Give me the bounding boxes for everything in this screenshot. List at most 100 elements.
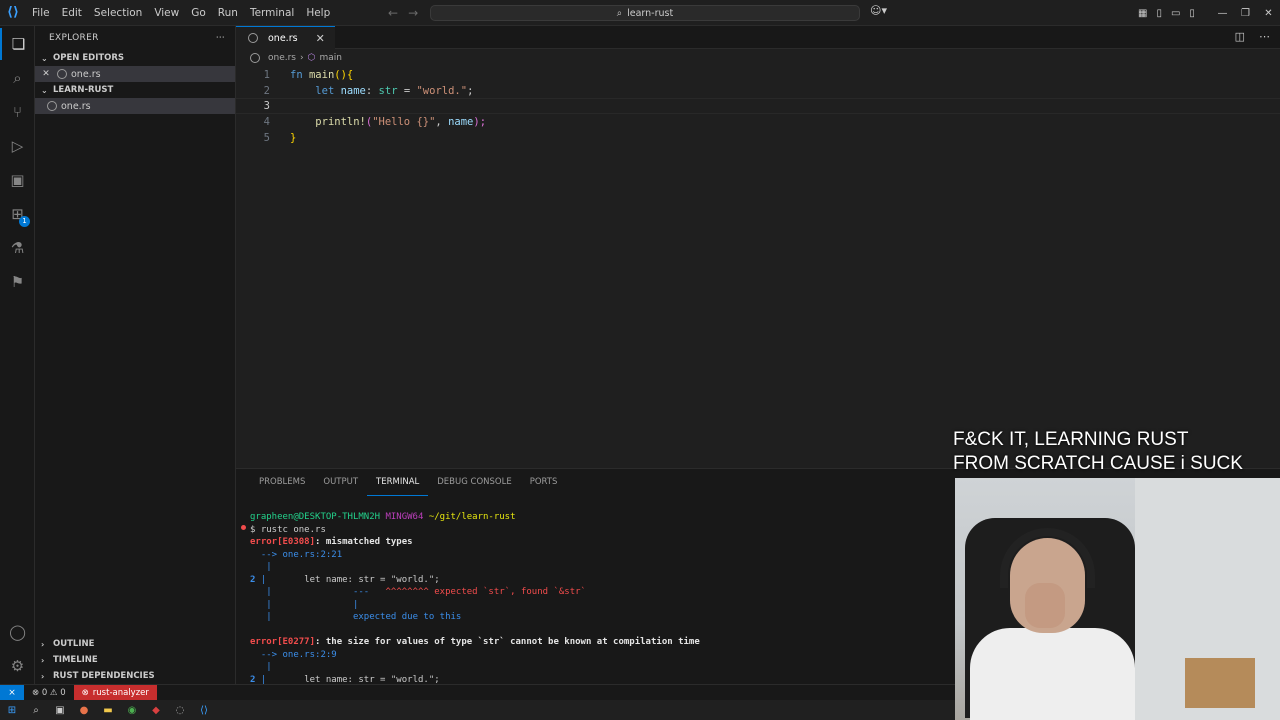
line-number: 5 bbox=[263, 131, 270, 144]
terminal-line: | bbox=[250, 662, 272, 672]
file-tree-item[interactable]: one.rs bbox=[35, 98, 235, 114]
copilot-icon[interactable]: ☺▾ bbox=[870, 4, 887, 17]
error-source: let name: str = "world."; bbox=[266, 574, 440, 585]
tab-output[interactable]: OUTPUT bbox=[314, 469, 367, 496]
menu-terminal[interactable]: Terminal bbox=[244, 0, 300, 26]
outline-section[interactable]: › OUTLINE bbox=[35, 636, 236, 652]
terminal-line: error[E0308]: mismatched types bbox=[250, 537, 950, 550]
chevron-right-icon: › bbox=[41, 671, 45, 681]
vscode-taskbar-icon[interactable]: ⟨⟩ bbox=[198, 704, 210, 716]
tab-one-rs[interactable]: one.rs ✕ bbox=[236, 26, 335, 49]
folder-label: LEARN-RUST bbox=[53, 85, 114, 95]
flask-icon[interactable]: ⚑ bbox=[0, 266, 35, 298]
prompt-shell: MINGW64 bbox=[385, 512, 424, 522]
tab-ports[interactable]: PORTS bbox=[521, 469, 567, 496]
code-editor[interactable]: 1 fn main(){ 2 let name: str = "world.";… bbox=[236, 67, 1280, 145]
code-line-2: 2 let name: str = "world."; bbox=[236, 83, 1280, 99]
terminal-line: error[E0277]: the size for values of typ… bbox=[250, 637, 950, 650]
code-text: } bbox=[290, 131, 297, 144]
maximize-icon[interactable]: ❐ bbox=[1234, 8, 1257, 19]
file-explorer-icon[interactable]: ▬ bbox=[102, 704, 114, 716]
webcam-box bbox=[1185, 658, 1255, 708]
nav-arrows: ← → bbox=[388, 0, 418, 26]
windows-start-icon[interactable]: ⊞ bbox=[6, 704, 18, 716]
split-editor-icon[interactable]: ◫ bbox=[1235, 30, 1245, 43]
tab-problems[interactable]: PROBLEMS bbox=[250, 469, 314, 496]
terminal-line: $ rustc one.rs bbox=[250, 524, 326, 535]
tab-close-icon[interactable]: ✕ bbox=[316, 32, 325, 45]
rust-analyzer-status[interactable]: ⊗ rust-analyzer bbox=[73, 684, 157, 701]
layout-controls: ▦ ▯ ▭ ▯ bbox=[1138, 0, 1195, 26]
problems-count[interactable]: ⊗ 0 ⚠ 0 bbox=[24, 688, 74, 698]
code-token: "Hello {}" bbox=[372, 115, 436, 128]
toggle-panel-icon[interactable]: ▭ bbox=[1171, 8, 1180, 19]
title-bar: ⟨⟩ File Edit Selection View Go Run Termi… bbox=[0, 0, 1280, 26]
prompt-user: grapheen@DESKTOP-THLMN2H bbox=[250, 512, 381, 522]
webcam-person-body bbox=[970, 628, 1135, 720]
tab-label: one.rs bbox=[268, 32, 298, 44]
toggle-sidebar-icon[interactable]: ▯ bbox=[1156, 8, 1162, 19]
code-token: main bbox=[308, 68, 335, 81]
breadcrumb-file[interactable]: one.rs bbox=[268, 53, 296, 63]
command-center-search[interactable]: ⌕ learn-rust bbox=[430, 5, 860, 21]
settings-gear-icon[interactable]: ⚙ bbox=[0, 650, 35, 682]
close-icon[interactable]: ✕ bbox=[35, 69, 57, 79]
menu-view[interactable]: View bbox=[148, 0, 185, 26]
customize-layout-icon[interactable]: ▦ bbox=[1138, 8, 1147, 19]
explorer-icon[interactable]: ❏ bbox=[0, 28, 35, 60]
accounts-icon[interactable]: ◯ bbox=[0, 616, 35, 648]
source-control-icon[interactable]: ⑂ bbox=[0, 96, 35, 128]
more-actions-icon[interactable]: ⋯ bbox=[1259, 30, 1270, 43]
timeline-section[interactable]: › TIMELINE bbox=[35, 652, 236, 668]
extensions-badge: 1 bbox=[19, 216, 30, 227]
menu-edit[interactable]: Edit bbox=[56, 0, 88, 26]
close-window-icon[interactable]: ✕ bbox=[1257, 8, 1280, 19]
outline-label: OUTLINE bbox=[53, 639, 95, 649]
menu-help[interactable]: Help bbox=[300, 0, 336, 26]
folder-section[interactable]: ⌄ LEARN-RUST bbox=[35, 82, 235, 98]
menu-selection[interactable]: Selection bbox=[88, 0, 148, 26]
terminal-line: --> one.rs:2:21 bbox=[250, 549, 343, 560]
remote-explorer-icon[interactable]: ▣ bbox=[0, 164, 35, 196]
forward-arrow-icon[interactable]: → bbox=[408, 6, 418, 20]
terminal-output[interactable]: grapheen@DESKTOP-THLMN2H MINGW64 ~/git/l… bbox=[250, 512, 950, 687]
minimize-icon[interactable]: — bbox=[1211, 8, 1234, 19]
back-arrow-icon[interactable]: ← bbox=[388, 6, 398, 20]
open-editors-section[interactable]: ⌄ OPEN EDITORS bbox=[35, 50, 235, 66]
prompt-path: ~/git/learn-rust bbox=[428, 512, 516, 522]
tab-terminal[interactable]: TERMINAL bbox=[367, 469, 429, 496]
editor-area: one.rs ✕ ◫ ⋯ one.rs › ⬡ main 1 fn main()… bbox=[236, 26, 1280, 468]
stream-caption: F&CK IT, LEARNING RUST FROM SCRATCH CAUS… bbox=[953, 428, 1280, 476]
toggle-secondary-sidebar-icon[interactable]: ▯ bbox=[1189, 8, 1195, 19]
menu-run[interactable]: Run bbox=[212, 0, 244, 26]
chevron-right-icon: › bbox=[41, 655, 45, 665]
taskbar-app-icon[interactable]: ◆ bbox=[150, 704, 162, 716]
webcam-person-hand bbox=[1025, 583, 1065, 628]
terminal-line: 2 | let name: str = "world."; bbox=[250, 574, 440, 585]
menu-go[interactable]: Go bbox=[185, 0, 212, 26]
rust-dependencies-section[interactable]: › RUST DEPENDENCIES bbox=[35, 668, 236, 684]
code-line-4: 4 println!("Hello {}", name); bbox=[236, 114, 1280, 130]
code-token: , bbox=[435, 115, 449, 128]
breadcrumb-symbol[interactable]: main bbox=[319, 53, 342, 63]
chrome-icon[interactable]: ◉ bbox=[126, 704, 138, 716]
tab-debug-console[interactable]: DEBUG CONSOLE bbox=[428, 469, 520, 496]
taskbar-app-icon[interactable]: ● bbox=[78, 704, 90, 716]
more-actions-icon[interactable]: ⋯ bbox=[216, 33, 225, 43]
taskbar-app-icon[interactable]: ◌ bbox=[174, 704, 186, 716]
explorer-header: EXPLORER ⋯ bbox=[35, 26, 235, 50]
run-debug-icon[interactable]: ▷ bbox=[0, 130, 35, 162]
code-token: ; bbox=[467, 84, 474, 97]
rust-file-icon bbox=[248, 33, 258, 43]
search-view-icon[interactable]: ⌕ bbox=[0, 62, 35, 94]
extensions-icon[interactable]: ⊞ 1 bbox=[0, 198, 35, 230]
testing-icon[interactable]: ⚗ bbox=[0, 232, 35, 264]
taskbar-search-icon[interactable]: ⌕ bbox=[30, 704, 42, 716]
window-controls: — ❐ ✕ bbox=[1211, 0, 1280, 26]
menu-file[interactable]: File bbox=[26, 0, 56, 26]
remote-indicator-icon[interactable]: ⨯ bbox=[0, 684, 24, 701]
code-token: ); bbox=[473, 115, 487, 128]
open-editor-item[interactable]: ✕ one.rs bbox=[35, 66, 235, 82]
task-view-icon[interactable]: ▣ bbox=[54, 704, 66, 716]
